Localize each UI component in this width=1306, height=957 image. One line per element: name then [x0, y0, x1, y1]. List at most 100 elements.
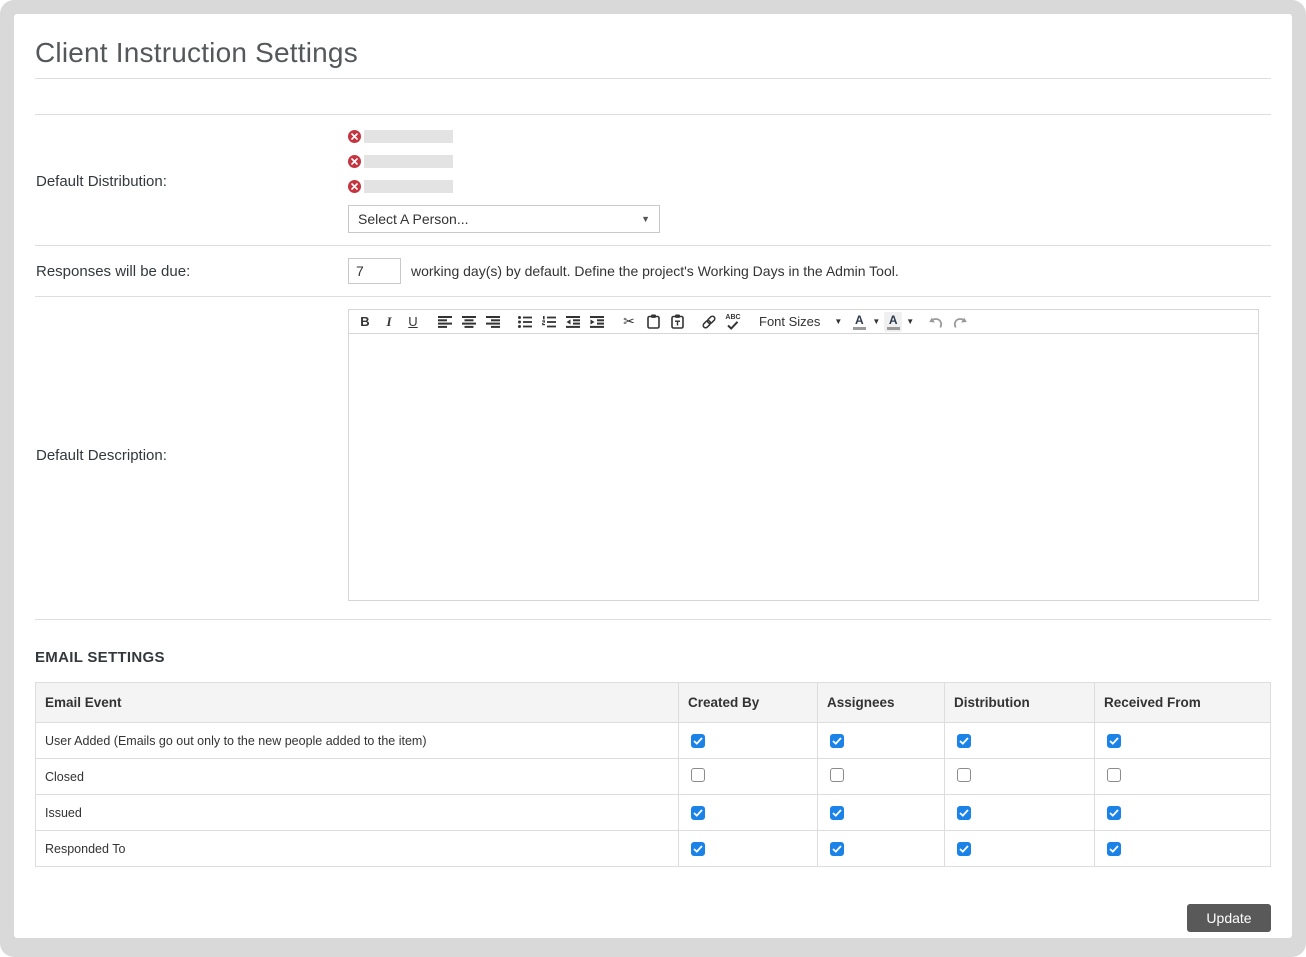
table-row: Issued: [36, 795, 1271, 831]
checkbox-closed-received-from[interactable]: [1107, 768, 1121, 782]
align-right-button[interactable]: [483, 312, 503, 332]
email-event-label: Closed: [36, 759, 679, 795]
default-description-label: Default Description:: [35, 447, 348, 464]
checkbox-user-added-received-from[interactable]: [1107, 734, 1121, 748]
italic-icon: I: [386, 314, 391, 330]
checkbox-closed-distribution[interactable]: [957, 768, 971, 782]
checkbox-user-added-distribution[interactable]: [957, 734, 971, 748]
column-header-email-event: Email Event: [36, 683, 679, 723]
remove-member-icon[interactable]: [348, 155, 361, 168]
checkbox-closed-created-by[interactable]: [691, 768, 705, 782]
table-row: User Added (Emails go out only to the ne…: [36, 723, 1271, 759]
redo-button[interactable]: [950, 312, 970, 332]
background-color-button[interactable]: A: [884, 312, 902, 332]
bold-icon: B: [360, 314, 369, 329]
description-editor-content[interactable]: [349, 334, 1258, 600]
checkbox-user-added-assignees[interactable]: [830, 734, 844, 748]
working-days-help-text: working day(s) by default. Define the pr…: [411, 263, 899, 279]
responses-due-controls: working day(s) by default. Define the pr…: [348, 258, 899, 284]
paste-button[interactable]: [643, 312, 663, 332]
spellcheck-check-icon: [727, 321, 739, 330]
email-settings-table: Email Event Created By Assignees Distrib…: [35, 682, 1271, 867]
text-color-icon: A: [855, 314, 864, 326]
cut-button[interactable]: ✂: [619, 312, 639, 332]
working-days-input[interactable]: [348, 258, 401, 284]
checkbox-issued-distribution[interactable]: [957, 806, 971, 820]
font-sizes-dropdown[interactable]: Font Sizes ▼: [755, 314, 846, 329]
underline-icon: U: [408, 314, 417, 329]
align-left-icon: [438, 316, 452, 328]
table-row: Responded To: [36, 831, 1271, 867]
rich-text-editor: B I U: [348, 309, 1259, 601]
column-header-assignees: Assignees: [818, 683, 945, 723]
indent-icon: [590, 316, 604, 328]
checkbox-responded-to-distribution[interactable]: [957, 842, 971, 856]
bold-button[interactable]: B: [355, 312, 375, 332]
email-event-label: User Added (Emails go out only to the ne…: [36, 723, 679, 759]
select-a-person-placeholder: Select A Person...: [358, 211, 469, 227]
redo-icon: [952, 315, 968, 329]
spellcheck-button[interactable]: ABC: [723, 314, 743, 330]
email-event-label: Responded To: [36, 831, 679, 867]
default-distribution-row: Default Distribution:: [35, 115, 1271, 245]
numbered-list-button[interactable]: [539, 312, 559, 332]
checkbox-user-added-created-by[interactable]: [691, 734, 705, 748]
editor-toolbar: B I U: [349, 310, 1258, 334]
chevron-down-icon: ▼: [834, 317, 842, 326]
checkbox-issued-received-from[interactable]: [1107, 806, 1121, 820]
text-color-button[interactable]: A: [850, 312, 868, 332]
checkbox-issued-created-by[interactable]: [691, 806, 705, 820]
remove-member-icon[interactable]: [348, 130, 361, 143]
column-header-distribution: Distribution: [945, 683, 1095, 723]
select-a-person-dropdown[interactable]: Select A Person... ▼: [348, 205, 660, 233]
outdent-icon: [566, 316, 580, 328]
distribution-member-row: [348, 155, 660, 168]
text-color-swatch: [853, 327, 866, 330]
italic-button[interactable]: I: [379, 312, 399, 332]
indent-button[interactable]: [587, 312, 607, 332]
responses-due-row: Responses will be due: working day(s) by…: [35, 245, 1271, 296]
bullet-list-button[interactable]: [515, 312, 535, 332]
email-event-label: Issued: [36, 795, 679, 831]
checkbox-closed-assignees[interactable]: [830, 768, 844, 782]
scissors-icon: ✂: [623, 313, 635, 330]
email-settings-heading: EMAIL SETTINGS: [35, 649, 1271, 666]
align-left-button[interactable]: [435, 312, 455, 332]
default-description-row: Default Description: B I U: [35, 296, 1271, 610]
undo-button[interactable]: [926, 312, 946, 332]
checkbox-issued-assignees[interactable]: [830, 806, 844, 820]
column-header-created-by: Created By: [679, 683, 818, 723]
default-distribution-label: Default Distribution:: [35, 173, 348, 190]
checkbox-responded-to-received-from[interactable]: [1107, 842, 1121, 856]
link-icon: [701, 314, 717, 330]
insert-link-button[interactable]: [699, 312, 719, 332]
remove-member-icon[interactable]: [348, 180, 361, 193]
bullet-list-icon: [518, 316, 532, 328]
paste-as-text-button[interactable]: [667, 312, 687, 332]
align-right-icon: [486, 316, 500, 328]
member-name-redacted: [364, 180, 453, 193]
actions-row: Update: [35, 904, 1271, 932]
clipboard-text-icon: [671, 314, 684, 329]
underline-button[interactable]: U: [403, 312, 423, 332]
member-name-redacted: [364, 130, 453, 143]
chevron-down-icon[interactable]: ▼: [906, 317, 914, 326]
default-distribution-controls: Select A Person... ▼: [348, 130, 660, 233]
numbered-list-icon: [542, 316, 556, 328]
align-center-button[interactable]: [459, 312, 479, 332]
checkbox-responded-to-assignees[interactable]: [830, 842, 844, 856]
chevron-down-icon[interactable]: ▼: [872, 317, 880, 326]
distribution-member-row: [348, 130, 660, 143]
checkbox-responded-to-created-by[interactable]: [691, 842, 705, 856]
chevron-down-icon: ▼: [641, 214, 650, 224]
distribution-member-row: [348, 180, 660, 193]
font-sizes-label: Font Sizes: [759, 314, 820, 329]
update-button[interactable]: Update: [1187, 904, 1271, 932]
clipboard-icon: [647, 314, 660, 329]
responses-due-label: Responses will be due:: [35, 263, 348, 280]
column-header-received-from: Received From: [1095, 683, 1271, 723]
table-row: Closed: [36, 759, 1271, 795]
undo-icon: [928, 315, 944, 329]
outdent-button[interactable]: [563, 312, 583, 332]
window-frame: Client Instruction Settings Default Dist…: [0, 0, 1306, 957]
